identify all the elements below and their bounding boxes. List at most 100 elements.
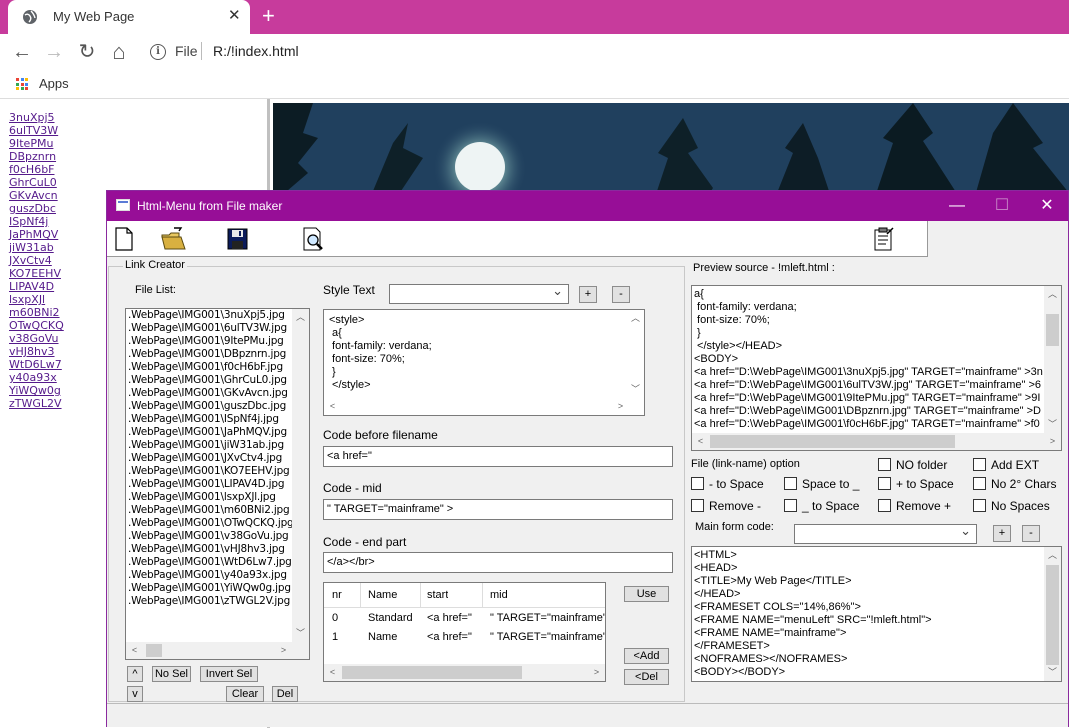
clear-button[interactable]: Clear (226, 686, 264, 702)
forward-icon[interactable]: → (42, 40, 66, 64)
menu-link[interactable]: WtD6Lw7 (9, 358, 64, 371)
code-end-input[interactable]: </a></br> (323, 552, 673, 573)
address-bar[interactable]: R:/!index.html (213, 43, 299, 59)
grid-hthumb[interactable] (342, 666, 522, 679)
menu-link[interactable]: OTwQCKQ (9, 319, 64, 332)
new-file-icon[interactable] (110, 225, 138, 253)
checkbox-box[interactable] (878, 499, 891, 512)
add-ext-checkbox[interactable]: Add EXT (973, 458, 1039, 472)
menu-link[interactable]: 3nuXpj5 (9, 111, 64, 124)
style-add-button[interactable]: + (579, 286, 597, 303)
preview-hscroll[interactable]: < > (692, 433, 1061, 450)
main-vscroll[interactable]: ︿ ﹀ (1044, 547, 1061, 681)
scroll-down-icon[interactable]: ﹀ (1044, 416, 1061, 433)
invert-sel-button[interactable]: Invert Sel (200, 666, 258, 682)
apps-grid-icon[interactable] (16, 78, 28, 90)
scroll-up-icon[interactable]: ︿ (1044, 286, 1061, 303)
space-to-underscore-checkbox[interactable]: Space to _ (784, 477, 859, 491)
add-row-button[interactable]: <Add (624, 648, 669, 664)
file-list-vscroll[interactable]: ︿ ﹀ (292, 309, 309, 642)
menu-link[interactable]: ISpNf4j (9, 215, 64, 228)
file-list-hthumb[interactable] (146, 644, 162, 657)
checkbox-box[interactable] (691, 499, 704, 512)
checkbox-box[interactable] (973, 477, 986, 490)
minimize-button[interactable]: — (934, 191, 980, 221)
scroll-down-icon[interactable]: ﹀ (1044, 664, 1061, 681)
menu-link[interactable]: 9ItePMu (9, 137, 64, 150)
menu-link[interactable]: LIPAV4D (9, 280, 64, 293)
menu-link[interactable]: KO7EEHV (9, 267, 64, 280)
reload-icon[interactable]: ↻ (75, 40, 99, 64)
move-down-button[interactable]: v (127, 686, 143, 702)
menu-link[interactable]: f0cH6bF (9, 163, 64, 176)
scroll-up-icon[interactable]: ︿ (1044, 547, 1061, 564)
menu-link[interactable]: GhrCuL0 (9, 176, 64, 189)
style-hscroll[interactable]: < > (324, 398, 629, 415)
preview-source-area[interactable]: a{ font-family: verdana; font-size: 70%;… (691, 285, 1062, 451)
dash-to-space-checkbox[interactable]: - to Space (691, 477, 764, 491)
checkbox-box[interactable] (691, 477, 704, 490)
scroll-down-icon[interactable]: ﹀ (292, 625, 309, 642)
menu-link[interactable]: DBpznrn (9, 150, 64, 163)
main-form-code-area[interactable]: <HTML> <HEAD> <TITLE>My Web Page</TITLE> </… (691, 546, 1062, 682)
menu-link[interactable]: jiW31ab (9, 241, 64, 254)
grid-cell[interactable]: Standard (368, 612, 413, 625)
grid-cell[interactable]: " TARGET="mainframe" (490, 631, 605, 644)
menu-link[interactable]: lsxpXJl (9, 293, 64, 306)
grid-cell[interactable]: Name (368, 631, 397, 644)
tab-close-icon[interactable]: ✕ (228, 6, 241, 24)
menu-link[interactable]: JaPhMQV (9, 228, 64, 241)
remove-plus-checkbox[interactable]: Remove + (878, 499, 951, 513)
preview-hthumb[interactable] (710, 435, 955, 448)
menu-link[interactable]: m60BNi2 (9, 306, 64, 319)
delete-row-button[interactable]: <Del (624, 669, 669, 685)
preview-icon[interactable] (299, 225, 327, 253)
scroll-left-icon[interactable]: < (324, 664, 341, 681)
save-icon[interactable] (223, 225, 251, 253)
info-icon[interactable]: i (150, 44, 166, 60)
use-button[interactable]: Use (624, 586, 669, 602)
no-sel-button[interactable]: No Sel (152, 666, 191, 682)
no-folder-checkbox[interactable]: NO folder (878, 458, 947, 472)
main-vthumb[interactable] (1046, 565, 1059, 665)
scroll-left-icon[interactable]: < (692, 433, 709, 450)
checkbox-box[interactable] (878, 458, 891, 471)
new-tab-button[interactable]: + (262, 4, 275, 28)
apps-bookmark[interactable]: Apps (39, 76, 69, 91)
scroll-left-icon[interactable]: < (126, 642, 143, 659)
menu-link[interactable]: zTWGL2V (9, 397, 64, 410)
style-text-area[interactable]: <style> a{ font-family: verdana; font-si… (323, 309, 645, 416)
scroll-left-icon[interactable]: < (324, 398, 341, 415)
del-button[interactable]: Del (272, 686, 298, 702)
menu-link[interactable]: v38GoVu (9, 332, 64, 345)
scroll-down-icon[interactable]: ﹀ (627, 381, 644, 398)
checkbox-box[interactable] (784, 477, 797, 490)
browser-tab[interactable]: My Web Page ✕ (8, 0, 250, 34)
back-icon[interactable]: ← (10, 40, 34, 64)
code-before-input[interactable]: <a href=" (323, 446, 673, 467)
grid-cell[interactable]: <a href=" (427, 612, 472, 625)
no-2nd-chars-checkbox[interactable]: No 2° Chars (973, 477, 1057, 491)
scroll-up-icon[interactable]: ︿ (627, 310, 644, 327)
main-remove-button[interactable]: - (1022, 525, 1040, 542)
style-vscroll[interactable]: ︿ ﹀ (627, 310, 644, 398)
style-remove-button[interactable]: - (612, 286, 630, 303)
main-form-combo[interactable] (794, 523, 977, 544)
checkbox-box[interactable] (784, 499, 797, 512)
menu-link[interactable]: JXvCtv4 (9, 254, 64, 267)
grid-cell[interactable]: 1 (332, 631, 338, 644)
home-icon[interactable]: ⌂ (107, 40, 131, 64)
grid-cell[interactable]: 0 (332, 612, 338, 625)
scroll-right-icon[interactable]: > (612, 398, 629, 415)
checkbox-box[interactable] (878, 477, 891, 490)
menu-link[interactable]: guszDbc (9, 202, 64, 215)
menu-link[interactable]: GKvAvcn (9, 189, 64, 202)
no-spaces-checkbox[interactable]: No Spaces (973, 499, 1050, 513)
preview-vscroll[interactable]: ︿ ﹀ (1044, 286, 1061, 433)
style-text-combo[interactable] (389, 283, 569, 304)
move-up-button[interactable]: ^ (127, 666, 143, 682)
menu-link[interactable]: YiWQw0g (9, 384, 64, 397)
menu-link[interactable]: 6ulTV3W (9, 124, 64, 137)
code-templates-grid[interactable]: nr Name start mid 0 Standard <a href=" "… (323, 582, 606, 682)
scroll-right-icon[interactable]: > (588, 664, 605, 681)
